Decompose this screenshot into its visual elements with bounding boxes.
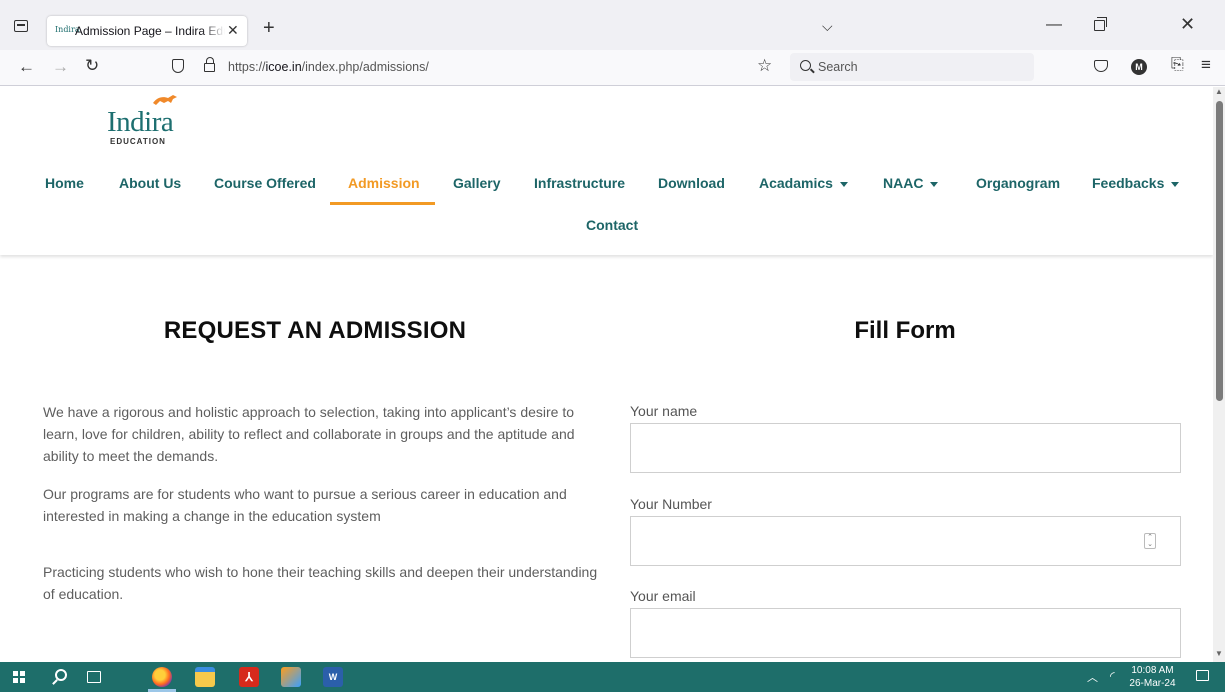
email-field[interactable] [630,608,1181,658]
windows-start-icon[interactable] [13,671,25,683]
nav-home[interactable]: Home [45,175,84,191]
number-spinner-icon[interactable]: ⌃ ⌄ [1144,533,1156,549]
tray-chevron-up-icon[interactable]: ︿ [1087,669,1098,685]
browser-tab-active[interactable]: Indira Admission Page – Indira Educat ✕ [47,16,247,46]
scroll-up-arrow-icon[interactable]: ▲ [1215,87,1223,96]
caret-down-icon [839,181,848,187]
intro-paragraph-1: We have a rigorous and holistic approach… [43,404,575,464]
reload-icon[interactable]: ↻ [85,56,99,76]
word-icon[interactable]: W [323,667,343,687]
nav-naac[interactable]: NAAC [883,175,939,191]
nav-gallery[interactable]: Gallery [453,175,500,191]
lock-icon[interactable] [204,57,215,72]
browser-toolbar: ← → ↻ https://icoe.in/index.php/admissio… [0,50,1225,86]
window-close-icon[interactable]: ✕ [1180,14,1195,35]
scroll-down-arrow-icon[interactable]: ▼ [1215,649,1223,658]
nav-course-offered[interactable]: Course Offered [214,175,316,191]
page-viewport: Indira EDUCATION Home About Us Course Of… [0,87,1213,662]
search-placeholder: Search [818,60,858,74]
nav-infrastructure[interactable]: Infrastructure [534,175,625,191]
acrobat-reader-icon[interactable]: ⅄ [239,667,259,687]
request-admission-heading: REQUEST AN ADMISSION [163,317,467,344]
account-avatar-icon[interactable]: M [1131,59,1147,75]
bookmark-star-icon[interactable]: ☆ [757,56,772,76]
nav-organogram[interactable]: Organogram [976,175,1060,191]
pocket-icon[interactable] [1094,60,1108,72]
tab-title: Admission Page – Indira Educat [75,24,225,38]
nav-acadamics[interactable]: Acadamics [759,175,848,191]
intro-paragraph-3: Practicing students who wish to hone the… [43,564,598,602]
taskbar-search-icon[interactable] [55,669,67,681]
name-field[interactable] [630,423,1181,473]
task-view-icon[interactable] [87,671,101,683]
active-nav-underline [330,202,435,205]
forward-arrow-icon[interactable]: → [52,57,69,77]
page-scrollbar[interactable]: ▲ ▼ [1213,87,1225,662]
address-bar[interactable]: https://icoe.in/index.php/admissions/ ☆ [160,53,785,81]
firefox-icon[interactable] [152,667,172,687]
site-logo[interactable]: Indira EDUCATION [107,93,187,149]
file-explorer-icon[interactable] [195,667,215,687]
media-app-icon[interactable] [281,667,301,687]
notification-icon[interactable] [1196,670,1209,681]
window-minimize-icon[interactable]: — [1046,16,1062,34]
logo-subtitle: EDUCATION [110,137,166,146]
nav-feedbacks[interactable]: Feedbacks [1092,175,1180,191]
intro-paragraph-2: Our programs are for students who want t… [43,486,567,524]
clock-time[interactable]: 10:08 AM [1130,665,1175,676]
number-label: Your Number [630,496,712,512]
browser-search-box[interactable]: Search [790,53,1034,81]
horse-logo-icon [153,95,177,105]
wifi-icon[interactable]: ◜ [1110,669,1115,683]
url-text[interactable]: https://icoe.in/index.php/admissions/ [228,60,429,74]
nav-about-us[interactable]: About Us [119,175,181,191]
nav-admission[interactable]: Admission [348,175,420,191]
nav-contact[interactable]: Contact [586,217,638,233]
number-field[interactable]: ⌃ ⌄ [630,516,1181,566]
name-label: Your name [630,403,698,419]
caret-down-icon [930,181,939,187]
scrollbar-thumb[interactable] [1216,101,1223,401]
clock-date[interactable]: 26-Mar-24 [1128,678,1177,689]
new-tab-icon[interactable]: + [263,17,275,40]
window-restore-icon[interactable] [1094,17,1107,31]
chevron-down-icon[interactable]: ⌵ [822,18,833,35]
windows-taskbar: ⅄ W ︿ ◜ 10:08 AM 26-Mar-24 [0,662,1225,692]
hamburger-menu-icon[interactable]: ≡ [1201,55,1211,75]
tab-close-icon[interactable]: ✕ [227,22,239,39]
browser-tab-strip: Indira Admission Page – Indira Educat ✕ … [0,0,1225,50]
caret-down-icon [1171,181,1180,187]
extensions-icon[interactable]: ⎘ [1171,56,1184,74]
logo-wordmark: Indira [107,106,174,138]
site-header: Indira EDUCATION Home About Us Course Of… [0,87,1213,255]
fill-form-heading: Fill Form [854,317,956,344]
email-label: Your email [630,588,696,604]
tab-list-icon[interactable] [14,20,28,32]
tracking-shield-icon[interactable] [172,59,184,73]
nav-download[interactable]: Download [658,175,725,191]
search-icon [800,60,811,71]
back-arrow-icon[interactable]: ← [18,57,35,77]
